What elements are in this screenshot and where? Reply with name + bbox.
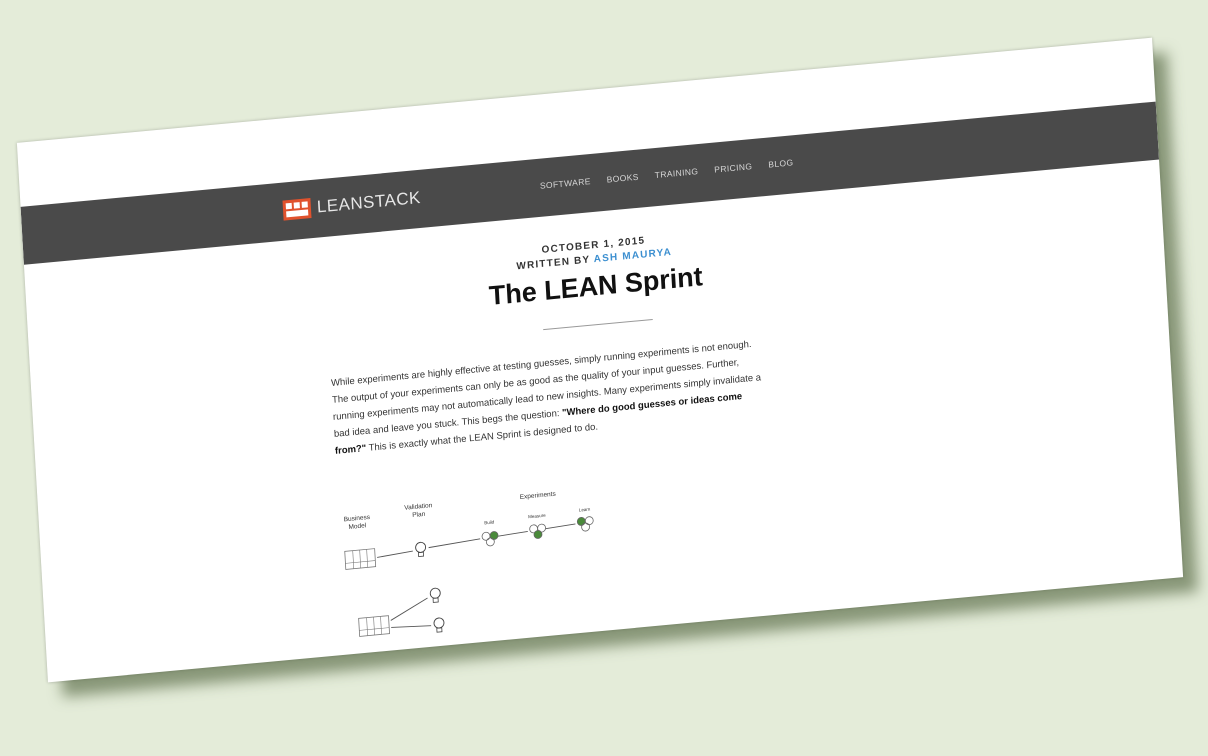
business-model-label: Business bbox=[344, 514, 371, 523]
nav-link-blog[interactable]: BLOG bbox=[768, 157, 794, 169]
build-cycle-icon bbox=[481, 531, 499, 547]
build-label: Build bbox=[484, 519, 495, 525]
measure-label: Measure bbox=[528, 513, 546, 520]
webpage-screenshot: LEANSTACK SOFTWARE BOOKS TRAINING PRICIN… bbox=[16, 37, 1184, 683]
experiments-label: Experiments bbox=[520, 491, 557, 501]
validation-plan-label: Validation bbox=[404, 502, 433, 512]
measure-cycle-icon bbox=[529, 523, 547, 539]
leanstack-logo[interactable]: LEANSTACK bbox=[282, 188, 421, 221]
lightbulb-icon-3 bbox=[433, 617, 445, 633]
lightbulb-icon bbox=[415, 541, 427, 558]
learn-label: Learn bbox=[579, 506, 591, 512]
body-text-intro: While experiments are highly effective a… bbox=[330, 338, 762, 440]
photo-backdrop: LEANSTACK SOFTWARE BOOKS TRAINING PRICIN… bbox=[0, 0, 1208, 756]
nav-link-pricing[interactable]: PRICING bbox=[714, 161, 753, 175]
learn-cycle-icon bbox=[576, 516, 594, 532]
validation-plan-label-2: Plan bbox=[412, 511, 426, 519]
canvas-grid-icon bbox=[344, 548, 377, 570]
nav-links: SOFTWARE BOOKS TRAINING PRICING BLOG bbox=[540, 157, 794, 191]
nav-link-software[interactable]: SOFTWARE bbox=[540, 176, 591, 191]
lightbulb-icon-2 bbox=[429, 587, 441, 603]
brand-name: LEANSTACK bbox=[316, 187, 422, 217]
title-divider bbox=[543, 318, 653, 331]
business-model-label-2: Model bbox=[348, 522, 367, 531]
lean-sprint-diagram: Business Model Validation Plan Experimen… bbox=[344, 491, 594, 637]
nav-link-books[interactable]: BOOKS bbox=[606, 172, 639, 185]
logo-mark-icon bbox=[282, 198, 312, 221]
nav-link-training[interactable]: TRAINING bbox=[654, 166, 698, 180]
canvas-grid-icon-2 bbox=[358, 615, 390, 637]
article-body: While experiments are highly effective a… bbox=[331, 334, 774, 460]
